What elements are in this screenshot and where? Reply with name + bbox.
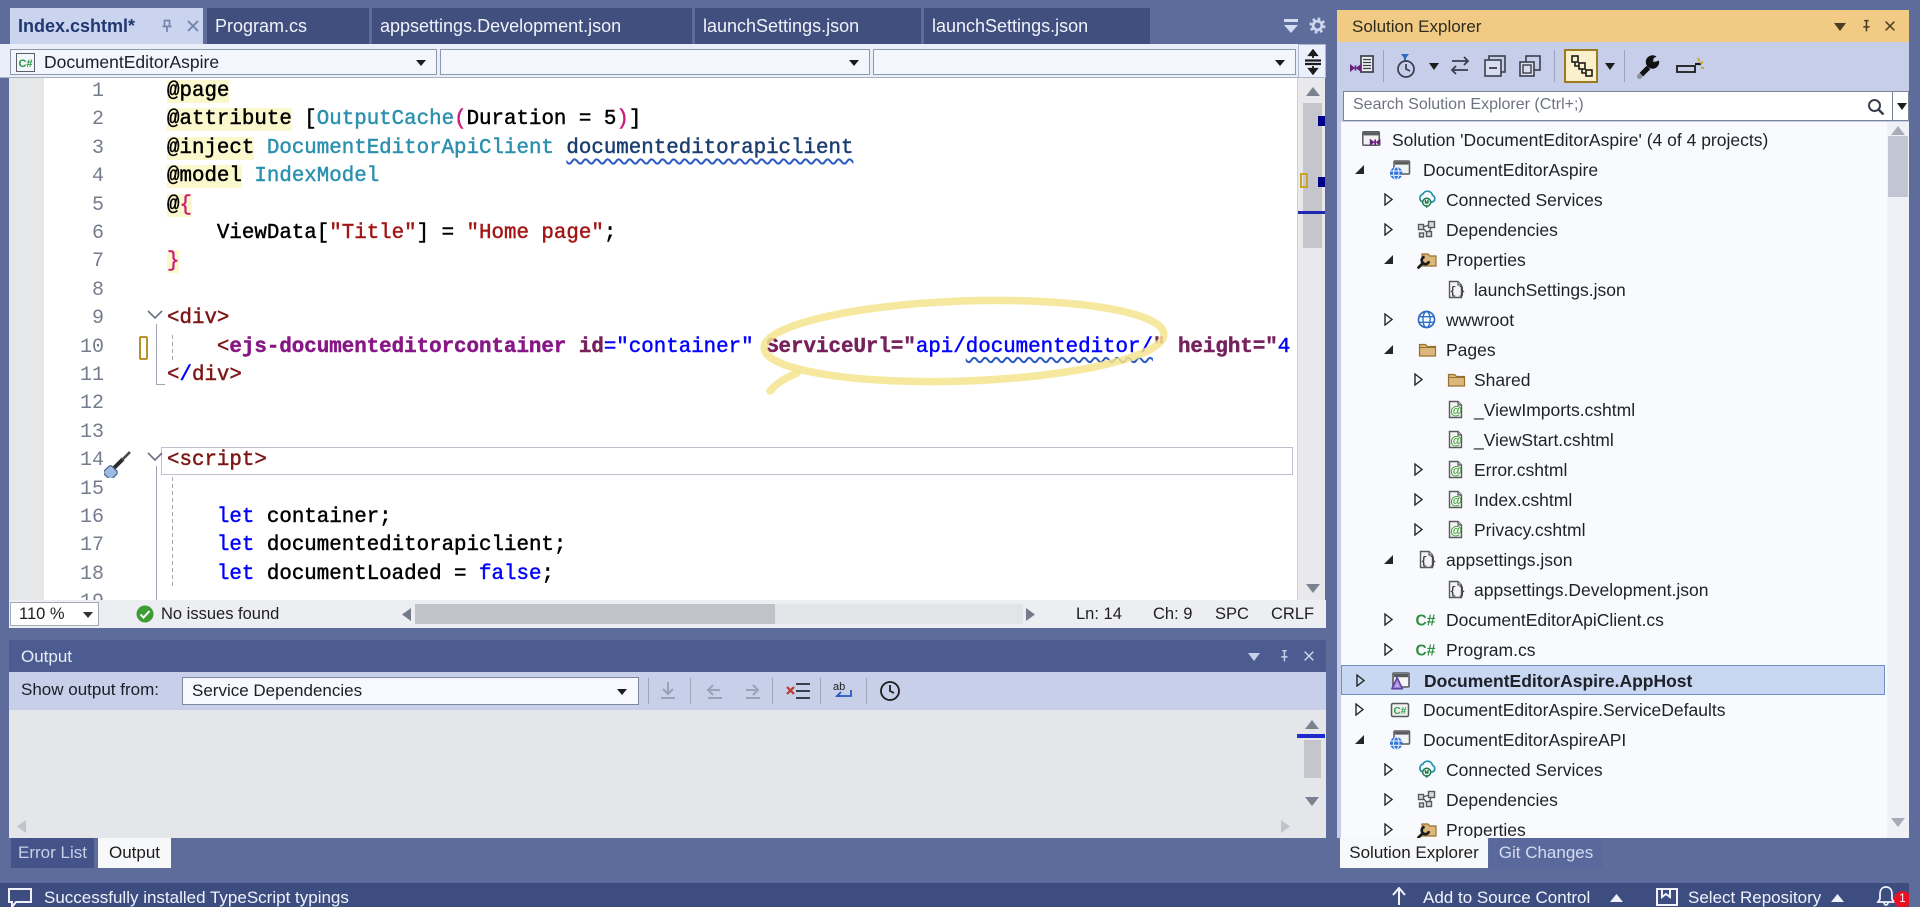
svg-text:C#: C# bbox=[18, 58, 32, 70]
svg-text:ab: ab bbox=[833, 681, 845, 693]
